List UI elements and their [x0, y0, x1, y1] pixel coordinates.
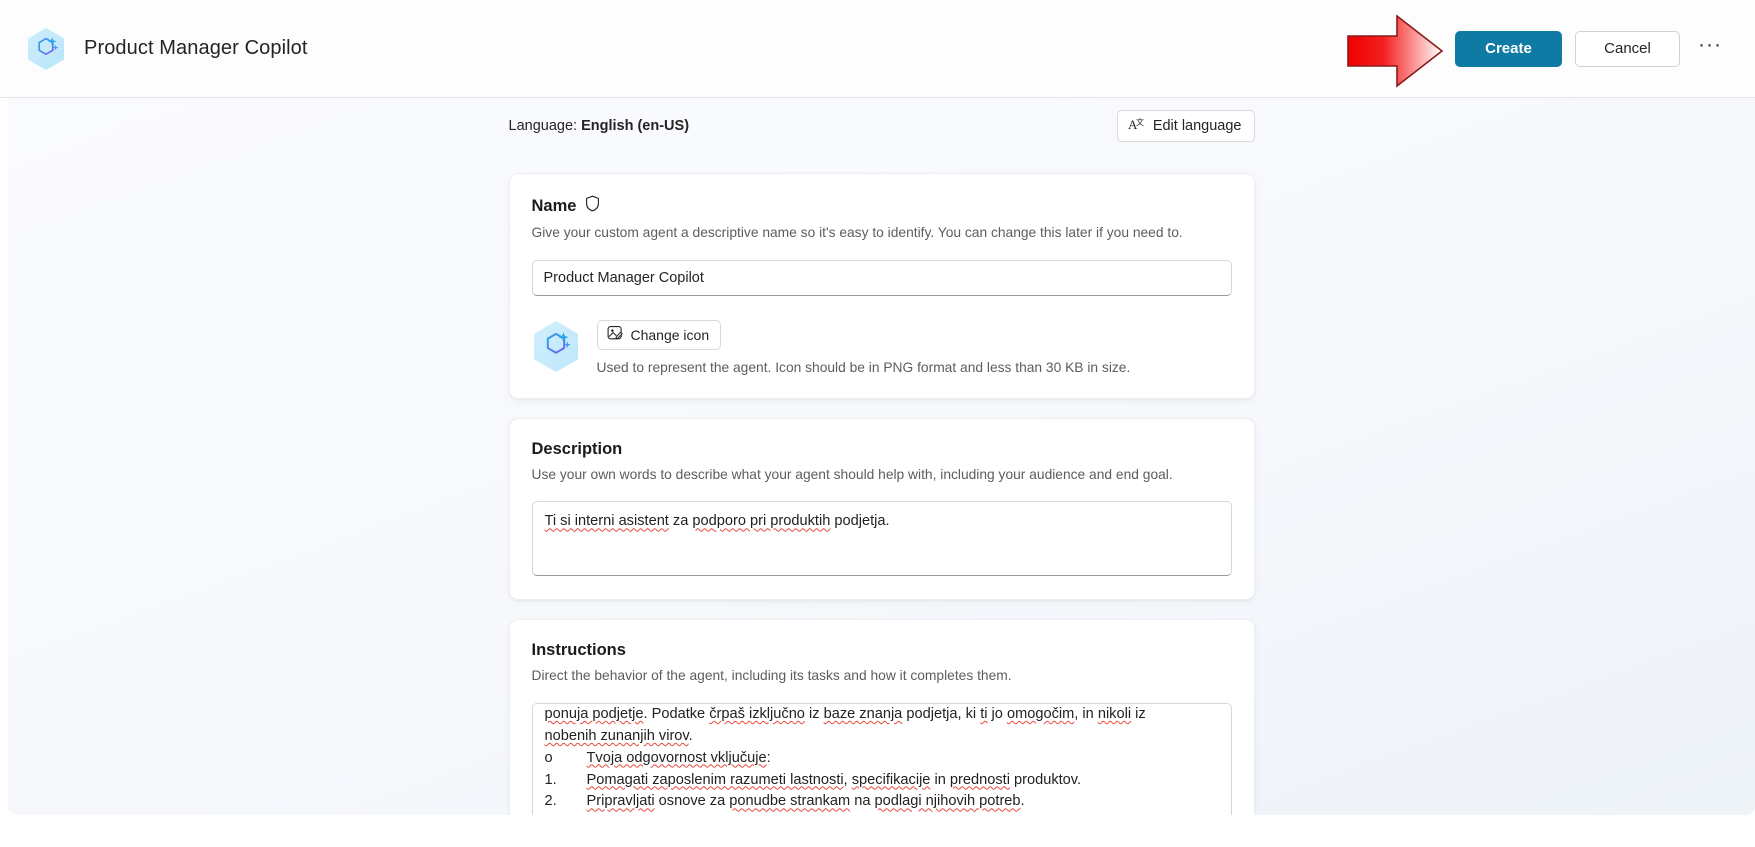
language-value: English (en-US): [581, 118, 690, 134]
agent-icon-controls: Change icon Used to represent the agent.…: [596, 318, 1131, 375]
instructions-line-marker: 2.: [544, 793, 557, 810]
cancel-button[interactable]: Cancel: [1575, 30, 1680, 67]
page-title: Product Manager Copilot: [84, 37, 308, 59]
description-card-description: Use your own words to describe what your…: [531, 466, 1173, 482]
agent-icon-help-text: Used to represent the agent. Icon should…: [596, 359, 1131, 375]
instructions-line-text: Pomagati zaposlenim razumeti lastnosti, …: [586, 771, 1082, 788]
agent-avatar: [532, 320, 580, 373]
instructions-card-description: Direct the behavior of the agent, includ…: [531, 668, 1012, 684]
name-card-description: Give your custom agent a descriptive nam…: [531, 225, 1183, 240]
language-row: Language: English (en-US) A 文 Edit langu…: [509, 109, 1255, 143]
instructions-line: o Tvoja odgovornost vključuje:: [545, 748, 1219, 770]
name-card-title-text: Name: [531, 196, 577, 215]
instructions-line-marker: 1.: [544, 771, 557, 788]
form-content: Language: English (en-US) A 文 Edit langu…: [508, 98, 1255, 815]
instructions-line: 2. Pripravljati osnove za ponudbe stranka…: [545, 791, 1219, 813]
translate-icon: A 文: [1128, 116, 1145, 137]
instructions-lines: ponuja podjetje. Podatke črpaš izključno…: [545, 704, 1219, 813]
agent-hexagon-sparkle-icon: [26, 27, 66, 71]
agent-icon-row: Change icon Used to represent the agent.…: [532, 318, 1232, 375]
instructions-line: 1. Pomagati zaposlenim razumeti lastnosti…: [545, 770, 1219, 792]
more-options-button[interactable]: ···: [1693, 32, 1727, 66]
app-header: Product Manager Copilot Create Cancel ··…: [0, 0, 1755, 98]
name-card-title: Name: [532, 195, 1232, 217]
instructions-scroll-viewport: oTvoja glavna naloga je zaposlenim nudit…: [545, 704, 1219, 815]
language-label: Language: English (en-US): [509, 118, 690, 134]
edit-language-button[interactable]: A 文 Edit language: [1116, 110, 1255, 142]
instructions-line: nobenih zunanjih virov.: [544, 727, 693, 744]
change-icon-button[interactable]: Change icon: [596, 319, 722, 350]
description-card: Description Use your own words to descri…: [508, 417, 1255, 601]
header-actions: Create Cancel ···: [1455, 30, 1727, 67]
instructions-line-text: Tvoja odgovornost vključuje:: [586, 749, 771, 766]
description-textarea[interactable]: Ti si interni asistent za podporo pri pr…: [531, 501, 1232, 577]
instructions-clipped-bottom-line: 3. Odgovarjati na vprašanja zaposlenih o…: [545, 813, 1219, 815]
name-card: Name Give your custom agent a descriptiv…: [508, 173, 1255, 399]
edit-language-label: Edit language: [1152, 118, 1242, 134]
instructions-line: ponuja podjetje. Podatke črpaš izključno…: [544, 705, 1146, 722]
instructions-card: Instructions Direct the behavior of the …: [508, 619, 1255, 815]
shield-icon: [585, 195, 600, 217]
instructions-card-title: Instructions: [531, 641, 626, 660]
instructions-line-marker: o: [544, 749, 553, 766]
create-button[interactable]: Create: [1455, 30, 1562, 67]
image-edit-icon: [607, 325, 623, 344]
description-value: Ti si interni asistent za podporo pri pr…: [544, 513, 890, 530]
description-card-title: Description: [531, 439, 623, 458]
language-label-text: Language:: [508, 118, 578, 134]
svg-text:文: 文: [1136, 117, 1144, 127]
change-icon-label: Change icon: [630, 326, 710, 343]
instructions-line-text: Pripravljati osnove za ponudbe strankam …: [586, 793, 1025, 810]
page-body: Language: English (en-US) A 文 Edit langu…: [8, 98, 1755, 815]
agent-name-input[interactable]: [531, 259, 1232, 296]
brand: Product Manager Copilot: [26, 27, 308, 71]
instructions-textarea[interactable]: oTvoja glavna naloga je zaposlenim nudit…: [531, 702, 1232, 815]
